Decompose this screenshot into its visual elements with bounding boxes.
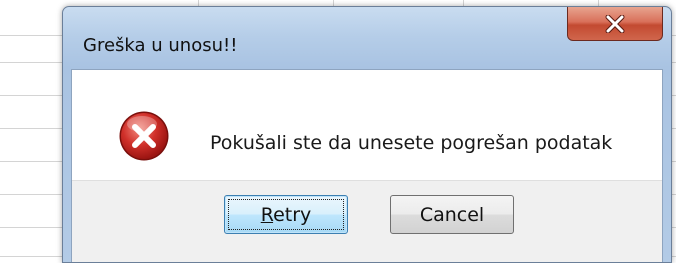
cancel-button[interactable]: Cancel xyxy=(390,195,514,234)
retry-label: Retry xyxy=(261,204,312,226)
retry-button[interactable]: Retry xyxy=(224,195,348,234)
message-area: Pokušali ste da unesete pogrešan podatak xyxy=(72,70,662,180)
button-bar: Retry Cancel xyxy=(72,180,662,262)
error-dialog-window: Greška u unosu!! Pokušali ste da unesete… xyxy=(62,6,672,263)
cancel-label: Cancel xyxy=(419,203,485,226)
close-button[interactable] xyxy=(567,7,663,41)
close-icon xyxy=(605,14,625,33)
dialog-content: Pokušali ste da unesete pogrešan podatak… xyxy=(71,69,663,262)
retry-label-rest: etry xyxy=(273,203,312,226)
error-message: Pokušali ste da unesete pogrešan podatak xyxy=(210,132,613,154)
error-icon xyxy=(119,111,169,161)
title-bar[interactable]: Greška u unosu!! xyxy=(63,7,671,69)
retry-mnemonic: R xyxy=(260,203,274,226)
window-title: Greška u unosu!! xyxy=(83,35,238,56)
